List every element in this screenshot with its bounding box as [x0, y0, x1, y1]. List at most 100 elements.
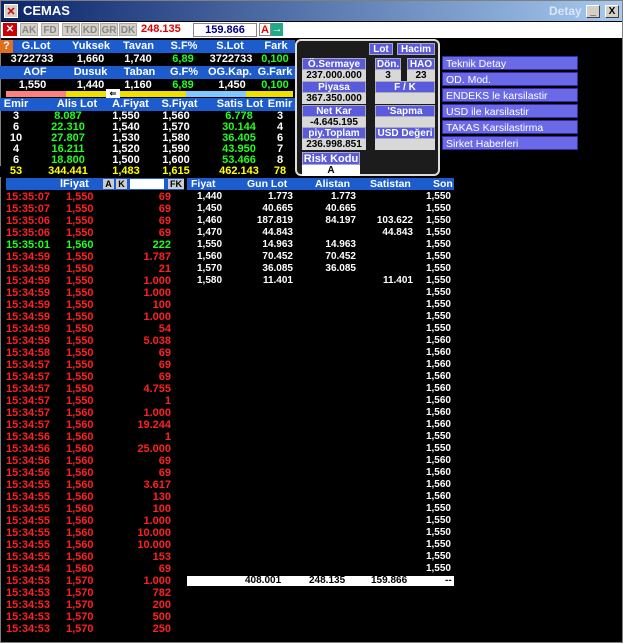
close-button[interactable]: X	[605, 5, 619, 18]
grid-row[interactable]: 1,550	[187, 311, 453, 323]
trade-row[interactable]: 15:35:07 1,550 69	[6, 203, 181, 215]
grid-row[interactable]: 1,440 1.773 1.773 1,550	[187, 191, 453, 203]
grid-row[interactable]: 1,450 40.665 40.665 1,550	[187, 203, 453, 215]
grid-row[interactable]: 1,560	[187, 419, 453, 431]
tab-dk[interactable]: DK	[119, 23, 137, 36]
trade-row[interactable]: 15:34:55 1,560 153	[6, 551, 181, 563]
grid-row[interactable]: 1,550	[187, 431, 453, 443]
trade-row[interactable]: 15:34:56 1,560 25.000	[6, 443, 181, 455]
trade-row[interactable]: 15:34:59 1,550 1.000	[6, 287, 181, 299]
grid-row[interactable]: 1,550	[187, 527, 453, 539]
fk-button[interactable]: FK	[168, 179, 184, 189]
grid-row[interactable]: 1,560 70.452 70.452 1,550	[187, 251, 453, 263]
grid-row[interactable]: 1,560	[187, 383, 453, 395]
trade-row[interactable]: 15:34:59 1,550 21	[6, 263, 181, 275]
trade-row[interactable]: 15:34:53 1,570 250	[6, 623, 181, 635]
grid-row[interactable]: 1,560	[187, 395, 453, 407]
trade-row[interactable]: 15:34:57 1,550 69	[6, 359, 181, 371]
grid-row[interactable]: 1,470 44.843 44.843 1,550	[187, 227, 453, 239]
trade-row[interactable]: 15:34:59 1,550 1.000	[6, 311, 181, 323]
grid-row[interactable]: 1,550	[187, 503, 453, 515]
help-icon[interactable]: ?	[0, 40, 13, 53]
menu-sirket-haberleri[interactable]: Sirket Haberleri	[442, 136, 578, 150]
tab-gr[interactable]: GR	[100, 23, 118, 36]
grid-son-header[interactable]: Son	[433, 178, 453, 190]
title-bar[interactable]: ✕ CEMAS Detay _ X	[1, 1, 622, 21]
trades-list[interactable]: 15:35:07 1,550 69 15:35:07 1,550 69 15:35:06 1,…	[6, 191, 184, 641]
trade-row[interactable]: 15:34:55 1,560 130	[6, 491, 181, 503]
grid-row[interactable]: 1,570 36.085 36.085 1,550	[187, 263, 453, 275]
minimize-button[interactable]: _	[586, 5, 600, 18]
price-grid[interactable]: 1,440 1.773 1.773 1,550 1,450 40.665 40.665 1,5…	[187, 191, 454, 577]
trade-row[interactable]: 15:34:53 1,570 500	[6, 611, 181, 623]
trade-row[interactable]: 15:34:53 1,570 200	[6, 599, 181, 611]
trade-row[interactable]: 15:34:57 1,560 1.000	[6, 407, 181, 419]
menu-takas[interactable]: TAKAS Karsilastirma	[442, 120, 578, 134]
grid-row[interactable]: 1,560	[187, 407, 453, 419]
value-field[interactable]: 159.866	[193, 23, 257, 37]
trade-row[interactable]: 15:35:01 1,560 222	[6, 239, 181, 251]
trade-row[interactable]: 15:34:56 1,560 1	[6, 431, 181, 443]
trade-row[interactable]: 15:34:53 1,570 1.000	[6, 575, 181, 587]
grid-row[interactable]: 1,550	[187, 443, 453, 455]
trade-row[interactable]: 15:35:06 1,550 69	[6, 215, 181, 227]
menu-od-mod[interactable]: OD. Mod.	[442, 72, 578, 86]
grid-row[interactable]: 1,550	[187, 287, 453, 299]
trade-row[interactable]: 15:34:59 1,550 100	[6, 299, 181, 311]
trade-row[interactable]: 15:34:59 1,550 54	[6, 323, 181, 335]
grid-row[interactable]: 1,580 11.401 11.401 1,550	[187, 275, 453, 287]
trade-row[interactable]: 15:34:59 1,550 5.038	[6, 335, 181, 347]
trade-row[interactable]: 15:34:58 1,550 69	[6, 347, 181, 359]
grid-row[interactable]: 1,550 14.963 14.963 1,550	[187, 239, 453, 251]
grid-row[interactable]: 1,560	[187, 455, 453, 467]
grid-row[interactable]: 1,550	[187, 539, 453, 551]
depth-totals-row[interactable]: 53 344.441 1,483 1,615 462.143 78	[0, 166, 295, 177]
lot-button[interactable]: Lot	[369, 43, 393, 55]
grid-row[interactable]: 1,560	[187, 359, 453, 371]
go-arrow-icon[interactable]: →	[271, 23, 283, 36]
trade-row[interactable]: 15:34:57 1,550 1	[6, 395, 181, 407]
hacim-button[interactable]: Hacim	[397, 43, 435, 55]
grid-gunlot-header[interactable]: Gun Lot	[247, 178, 287, 190]
menu-teknik-detay[interactable]: Teknik Detay	[442, 56, 578, 70]
grid-row[interactable]: 1,550	[187, 299, 453, 311]
trade-row[interactable]: 15:34:54 1,560 69	[6, 563, 181, 575]
trade-row[interactable]: 15:34:57 1,550 4.755	[6, 383, 181, 395]
menu-endeks[interactable]: ENDEKS le karsilastir	[442, 88, 578, 102]
grid-row[interactable]: 1,560	[187, 479, 453, 491]
trade-row[interactable]: 15:35:07 1,550 69	[6, 191, 181, 203]
trade-row[interactable]: 15:34:55 1,560 100	[6, 503, 181, 515]
trade-row[interactable]: 15:34:56 1,560 69	[6, 455, 181, 467]
trade-row[interactable]: 15:34:55 1,560 1.000	[6, 515, 181, 527]
grid-fiyat-header[interactable]: Fiyat	[191, 178, 216, 190]
tab-kd[interactable]: KD	[81, 23, 99, 36]
trade-row[interactable]: 15:34:57 1,550 69	[6, 371, 181, 383]
sort-a-button[interactable]: A	[103, 179, 114, 189]
trades-filter-input[interactable]	[130, 179, 164, 189]
grid-row[interactable]: 1,560	[187, 371, 453, 383]
trade-row[interactable]: 15:34:55 1,560 3.617	[6, 479, 181, 491]
grid-row[interactable]: 1,550	[187, 551, 453, 563]
trade-row[interactable]: 15:35:06 1,550 69	[6, 227, 181, 239]
grid-row[interactable]: 1,560	[187, 491, 453, 503]
grid-alistan-header[interactable]: Alistan	[315, 178, 350, 190]
close-stock-icon[interactable]: ✕	[3, 23, 17, 36]
tab-fd[interactable]: FD	[41, 23, 59, 36]
grid-row[interactable]: 1,550	[187, 323, 453, 335]
trade-row[interactable]: 15:34:55 1,560 10.000	[6, 527, 181, 539]
trade-row[interactable]: 15:34:59 1,550 1.000	[6, 275, 181, 287]
trade-row[interactable]: 15:34:56 1,560 69	[6, 467, 181, 479]
badge-a[interactable]: A	[259, 23, 271, 36]
grid-row[interactable]: 1,550	[187, 563, 453, 575]
trade-row[interactable]: 15:34:55 1,560 10.000	[6, 539, 181, 551]
sort-k-button[interactable]: K	[116, 179, 127, 189]
trade-row[interactable]: 15:34:53 1,570 782	[6, 587, 181, 599]
grid-row[interactable]: 1,560	[187, 467, 453, 479]
grid-row[interactable]: 1,460 187.819 84.197 103.622 1,550	[187, 215, 453, 227]
grid-row[interactable]: 1,560	[187, 347, 453, 359]
grid-row[interactable]: 1,550	[187, 515, 453, 527]
grid-satistan-header[interactable]: Satistan	[370, 178, 411, 190]
tab-tk[interactable]: TK	[62, 23, 80, 36]
menu-usd[interactable]: USD ile karsilastir	[442, 104, 578, 118]
tab-ak[interactable]: AK	[20, 23, 38, 36]
